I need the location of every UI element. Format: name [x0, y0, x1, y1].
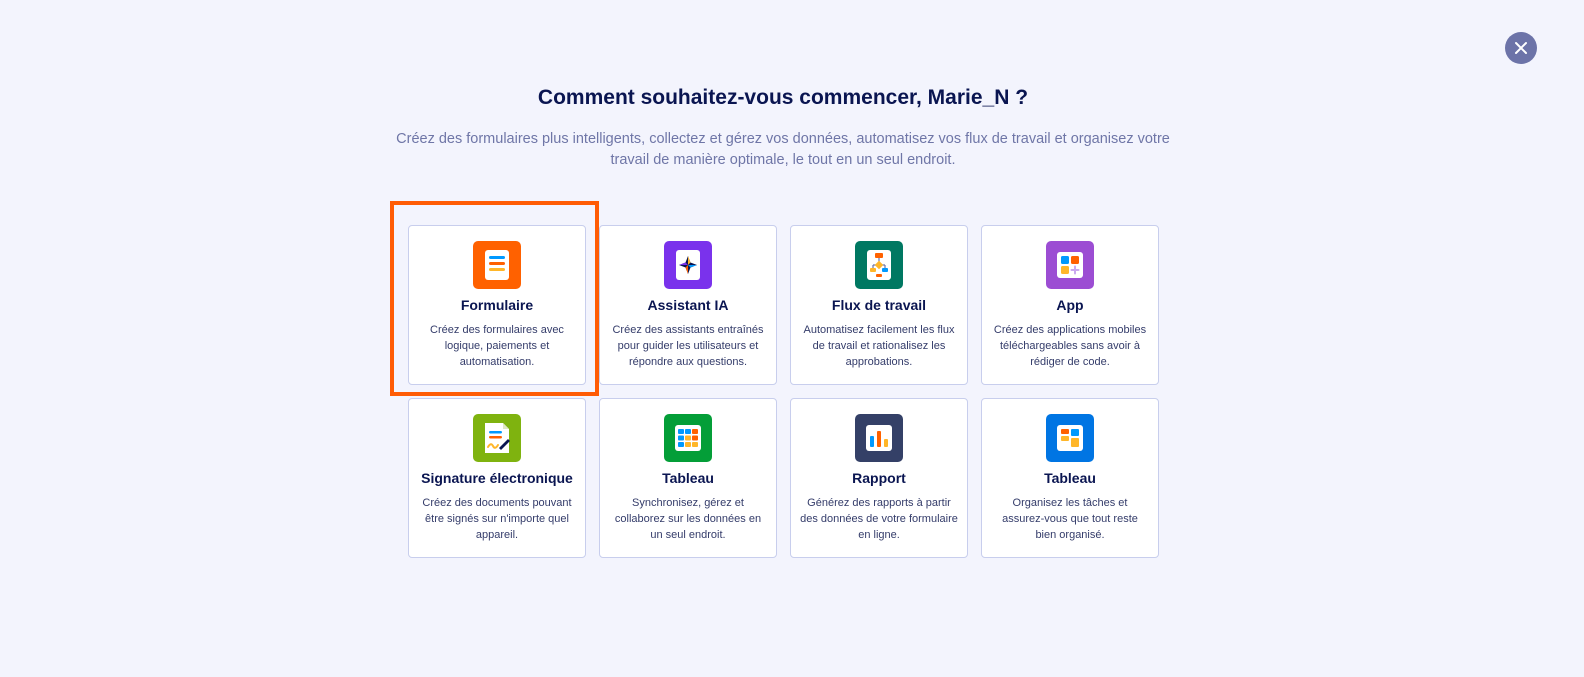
card-description: Créez des formulaires avec logique, paie… [430, 324, 564, 368]
form-icon [473, 241, 521, 289]
close-icon [1515, 42, 1527, 54]
card-title: Rapport [852, 470, 906, 486]
table-icon [664, 414, 712, 462]
card-title: Flux de travail [831, 297, 927, 313]
signature-icon [473, 414, 521, 462]
page-title: Comment souhaitez-vous commencer, Marie_… [537, 86, 1029, 109]
card-description: Créez des applications mobiles télécharg… [993, 324, 1147, 368]
page-subtitle: Créez des formulaires plus intelligents,… [396, 131, 1170, 168]
start-dialog: Comment souhaitez-vous commencer, Marie_… [0, 0, 1584, 677]
card-app[interactable]: App Créez des applications mobiles téléc… [981, 225, 1159, 385]
card-description: Créez des documents pouvant être signés … [422, 497, 572, 541]
workflow-icon [855, 241, 903, 289]
card-tableau-boards[interactable]: Tableau Organisez les tâches et assurez-… [981, 398, 1159, 558]
app-icon [1046, 241, 1094, 289]
card-description: Créez des assistants entraînés pour guid… [612, 324, 764, 368]
card-flux-de-travail[interactable]: Flux de travail Automatisez facilement l… [790, 225, 968, 385]
ai-sparkle-icon [664, 241, 712, 289]
card-description: Générez des rapports à partir des donnée… [800, 497, 958, 541]
card-title: Tableau [662, 470, 714, 486]
close-button[interactable] [1505, 32, 1537, 64]
card-description: Synchronisez, gérez et collaborez sur le… [614, 497, 762, 541]
card-title: Tableau [1044, 470, 1096, 486]
card-tableau-tables[interactable]: Tableau Synchronisez, gérez et collabore… [599, 398, 777, 558]
report-icon [855, 414, 903, 462]
card-description: Automatisez facilement les flux de trava… [803, 324, 955, 368]
board-icon [1046, 414, 1094, 462]
card-description: Organisez les tâches et assurez-vous que… [1002, 497, 1138, 541]
card-signature-electronique[interactable]: Signature électronique Créez des documen… [408, 398, 586, 558]
card-title: Formulaire [460, 297, 534, 313]
card-title: Signature électronique [421, 470, 573, 486]
card-assistant-ia[interactable]: Assistant IA Créez des assistants entraî… [599, 225, 777, 385]
card-rapport[interactable]: Rapport Générez des rapports à partir de… [790, 398, 968, 558]
card-formulaire[interactable]: Formulaire Créez des formulaires avec lo… [408, 225, 586, 385]
card-title: Assistant IA [647, 297, 729, 313]
product-grid: Formulaire Créez des formulaires avec lo… [408, 225, 1159, 558]
card-title: App [1056, 297, 1084, 313]
